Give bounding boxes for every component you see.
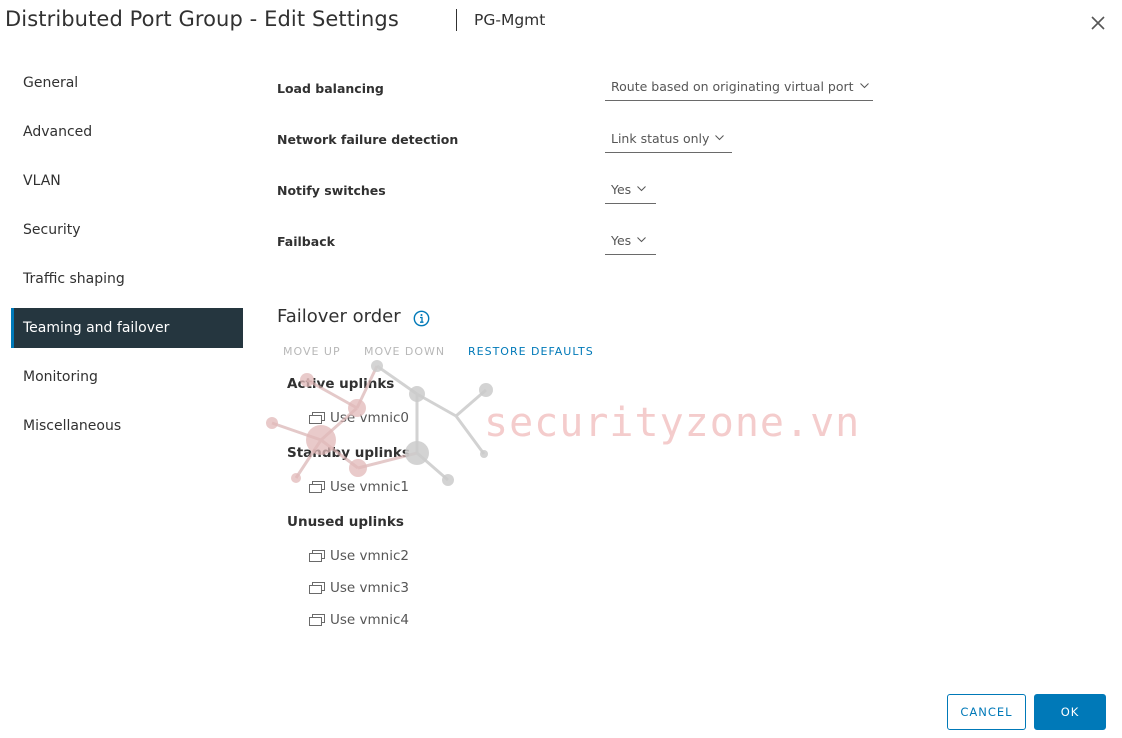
- notify-switches-label: Notify switches: [277, 183, 386, 198]
- uplink-label: Use vmnic1: [330, 479, 409, 495]
- uplink-item-vmnic4[interactable]: Use vmnic4: [309, 611, 409, 629]
- nav-item-security[interactable]: Security: [11, 210, 243, 250]
- uplink-label: Use vmnic3: [330, 580, 409, 596]
- uplink-item-vmnic3[interactable]: Use vmnic3: [309, 579, 409, 597]
- close-button[interactable]: [1088, 13, 1108, 33]
- unused-uplinks-header: Unused uplinks: [287, 514, 404, 530]
- network-failure-detection-select[interactable]: Link status only: [605, 128, 732, 153]
- failback-label: Failback: [277, 234, 335, 249]
- uplink-item-vmnic0[interactable]: Use vmnic0: [309, 409, 409, 427]
- network-adapter-icon: [309, 549, 325, 562]
- info-icon[interactable]: [413, 310, 430, 327]
- dialog-subtitle: PG-Mgmt: [474, 11, 546, 29]
- uplink-label: Use vmnic0: [330, 410, 409, 426]
- cancel-button[interactable]: CANCEL: [947, 694, 1026, 730]
- nav-item-advanced[interactable]: Advanced: [11, 112, 243, 152]
- move-down-button[interactable]: MOVE DOWN: [364, 345, 445, 358]
- failover-order-heading: Failover order: [277, 306, 401, 327]
- nav-item-general[interactable]: General: [11, 63, 243, 103]
- ok-button[interactable]: OK: [1034, 694, 1106, 730]
- chevron-down-icon: [637, 186, 647, 192]
- nav-item-vlan[interactable]: VLAN: [11, 161, 243, 201]
- network-adapter-icon: [309, 411, 325, 424]
- nav-item-monitoring[interactable]: Monitoring: [11, 357, 243, 397]
- notify-switches-value: Yes: [611, 182, 632, 197]
- chevron-down-icon: [715, 135, 725, 141]
- network-failure-detection-label: Network failure detection: [277, 132, 459, 147]
- nav-item-teaming-and-failover[interactable]: Teaming and failover: [11, 308, 243, 348]
- network-adapter-icon: [309, 581, 325, 594]
- nav-item-traffic-shaping[interactable]: Traffic shaping: [11, 259, 243, 299]
- dialog-title: Distributed Port Group - Edit Settings: [5, 7, 399, 31]
- restore-defaults-button[interactable]: RESTORE DEFAULTS: [468, 345, 594, 358]
- watermark-text: securityzone.vn: [484, 400, 861, 446]
- title-divider: [456, 9, 457, 31]
- failback-value: Yes: [611, 233, 632, 248]
- chevron-down-icon: [859, 83, 869, 89]
- network-adapter-icon: [309, 613, 325, 626]
- network-failure-detection-value: Link status only: [611, 131, 710, 146]
- load-balancing-value: Route based on originating virtual port: [611, 79, 854, 94]
- move-up-button[interactable]: MOVE UP: [283, 345, 341, 358]
- settings-nav: General Advanced VLAN Security Traffic s…: [11, 63, 243, 455]
- uplink-item-vmnic2[interactable]: Use vmnic2: [309, 547, 409, 565]
- close-icon: [1091, 16, 1105, 30]
- uplink-label: Use vmnic4: [330, 612, 409, 628]
- network-adapter-icon: [309, 480, 325, 493]
- nav-item-miscellaneous[interactable]: Miscellaneous: [11, 406, 243, 446]
- active-uplinks-header: Active uplinks: [287, 376, 395, 392]
- failback-select[interactable]: Yes: [605, 230, 656, 255]
- notify-switches-select[interactable]: Yes: [605, 179, 656, 204]
- chevron-down-icon: [637, 237, 647, 243]
- standby-uplinks-header: Standby uplinks: [287, 445, 410, 461]
- uplink-item-vmnic1[interactable]: Use vmnic1: [309, 478, 409, 496]
- load-balancing-select[interactable]: Route based on originating virtual port: [605, 76, 873, 101]
- uplink-label: Use vmnic2: [330, 548, 409, 564]
- load-balancing-label: Load balancing: [277, 81, 384, 96]
